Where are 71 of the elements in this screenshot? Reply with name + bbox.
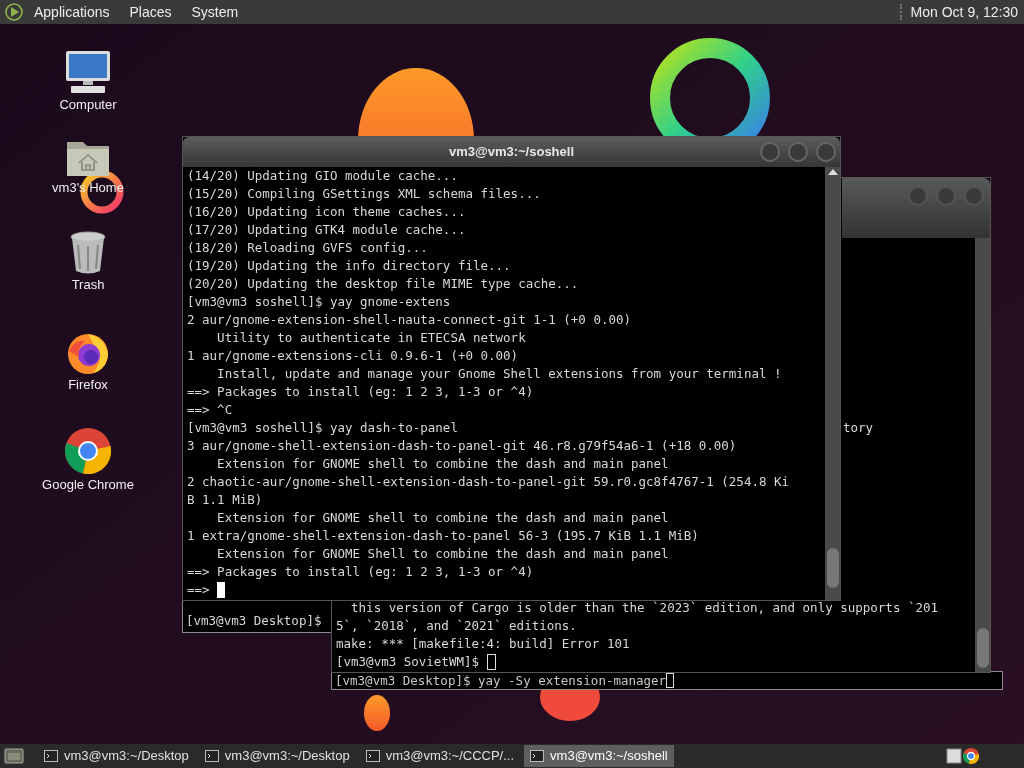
window-button[interactable] xyxy=(816,142,836,162)
chrome-icon xyxy=(64,427,112,475)
scrollbar-thumb[interactable] xyxy=(826,548,839,588)
terminal-line: (14/20) Updating GIO module cache... xyxy=(187,167,459,185)
chrome-icon[interactable] xyxy=(962,747,980,765)
window-button[interactable] xyxy=(964,186,984,206)
panel-handle[interactable] xyxy=(899,4,903,20)
scroll-up-icon[interactable] xyxy=(827,169,838,175)
terminal-line: [vm3@vm3 soshell]$ yay dash-to-panel xyxy=(187,419,459,437)
terminal-line: [vm3@vm3 SovietWM]$ xyxy=(336,653,480,671)
menu-item[interactable]: Applications xyxy=(34,1,110,23)
terminal-line: (15/20) Compiling GSettings XML schema files... xyxy=(187,185,542,203)
terminal-line: [vm3@vm3 soshell]$ yay gnome-extens xyxy=(187,293,452,311)
terminal-icon xyxy=(44,750,58,762)
terminal-line: ==> Packages to install (eg: 1 2 3, 1-3 or ^4) xyxy=(187,563,535,581)
terminal-icon xyxy=(530,750,545,762)
terminal-line: Extension for GNOME shell to combine the dash and main panel xyxy=(216,455,670,473)
terminal-line: ==> Packages to install (eg: 1 2 3, 1-3 or ^4) xyxy=(187,383,535,401)
menu-item[interactable]: System xyxy=(191,1,239,23)
terminal-line: 1 extra/gnome-shell-extension-dash-to-panel 56-3 (195.7 KiB 1.1 MiB) xyxy=(187,527,700,545)
text-cursor xyxy=(486,654,496,670)
terminal-line: Extension for GNOME Shell to combine the dash and main panel xyxy=(216,545,670,563)
menu-item[interactable]: Places xyxy=(129,1,172,23)
trash-icon xyxy=(69,231,107,275)
icon-label[interactable]: Computer xyxy=(59,97,117,113)
icon-label[interactable]: Trash xyxy=(71,277,105,293)
terminal-line: ==> ^C xyxy=(187,401,234,419)
window-title: vm3@vm3:~/soshell xyxy=(448,143,574,162)
window-button[interactable] xyxy=(788,142,808,162)
taskbar-button[interactable]: vm3@vm3:~/soshell xyxy=(524,745,674,767)
terminal-line: (17/20) Updating GTK4 module cache... xyxy=(187,221,467,239)
taskbar-button[interactable]: vm3@vm3:~/Desktop xyxy=(198,745,356,767)
terminal-line: B 1.1 MiB) xyxy=(187,491,264,509)
scrollbar-thumb[interactable] xyxy=(976,628,989,668)
icon-label[interactable]: Firefox xyxy=(68,377,108,393)
window-button[interactable] xyxy=(936,186,956,206)
terminal-line: ==> xyxy=(187,581,211,599)
terminal-line: (16/20) Updating icon theme caches... xyxy=(187,203,467,221)
terminal-icon xyxy=(365,750,380,762)
taskbar-button[interactable]: vm3@vm3:~/CCCP/... xyxy=(359,745,521,767)
scrollbar[interactable] xyxy=(825,167,840,600)
text-cursor xyxy=(217,582,226,598)
terminal-line: [vm3@vm3 Desktop]$ yay -Sy extension-manager xyxy=(335,671,667,690)
icon-label[interactable]: Google Chrome xyxy=(42,477,134,493)
clock[interactable]: Mon Oct 9, 12:30 xyxy=(910,1,1018,23)
title-bar[interactable]: vm3@vm3:~/soshell xyxy=(183,137,840,167)
terminal-line: 3 aur/gnome-shell-extension-dash-to-panel-git 46.r8.g79f54a6-1 (+18 0.00) xyxy=(187,437,738,455)
blob-shape xyxy=(364,695,390,731)
terminal-line: (18/20) Reloading GVFS config... xyxy=(187,239,429,257)
window-button[interactable] xyxy=(760,142,780,162)
terminal-icon xyxy=(204,750,219,762)
terminal-line: 2 chaotic-aur/gnome-shell-extension-dash-to-panel-git 59.r0.gc8f4767-1 (254.8 Ki xyxy=(187,473,791,491)
terminal-line: 5`, `2018`, and `2021` editions. xyxy=(336,617,578,635)
window-icon[interactable] xyxy=(946,747,962,765)
terminal-line: tory xyxy=(843,419,875,437)
text-cursor xyxy=(666,673,675,688)
terminal-line: (20/20) Updating the desktop file MIME type cache... xyxy=(187,275,580,293)
window-button[interactable] xyxy=(908,186,928,206)
terminal-line: (19/20) Updating the info directory file... xyxy=(187,257,512,275)
terminal-line: 1 aur/gnome-extensions-cli 0.9.6-1 (+0 0.00) xyxy=(187,347,520,365)
terminal-line: make: *** [makefile:4: build] Error 101 xyxy=(336,635,631,653)
terminal-line: this version of Cargo is older than the `2023` edition, and only supports `201 xyxy=(350,599,940,617)
terminal-line: 2 aur/gnome-extension-shell-nauta-connect-git 1-1 (+0 0.00) xyxy=(187,311,632,329)
terminal-line: Extension for GNOME shell to combine the dash and main panel xyxy=(216,509,670,527)
logo-icon[interactable] xyxy=(4,2,24,22)
terminal-line: Install, update and manage your Gnome Shell extensions from your terminal ! xyxy=(216,365,783,383)
computer-icon xyxy=(63,49,113,95)
show-desktop-icon[interactable] xyxy=(4,747,24,765)
terminal-line: Utility to authenticate in ETECSA network xyxy=(216,329,527,347)
taskbar-button[interactable]: vm3@vm3:~/Desktop xyxy=(38,745,195,767)
scrollbar[interactable] xyxy=(975,238,990,672)
